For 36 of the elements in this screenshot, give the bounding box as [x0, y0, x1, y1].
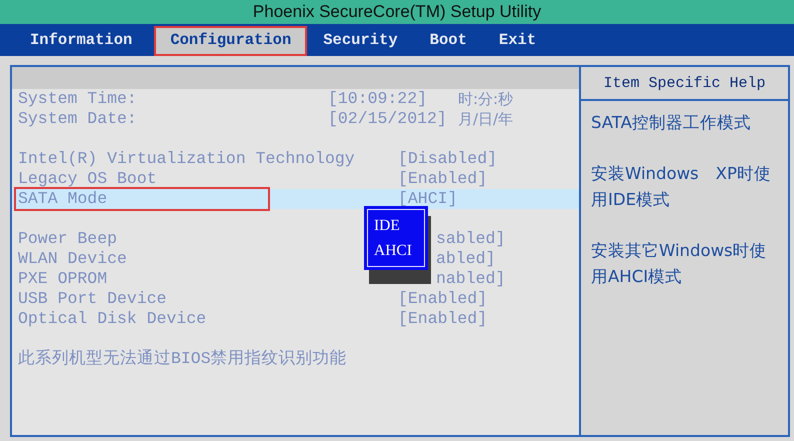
- setting-value[interactable]: [Enabled]: [398, 169, 488, 189]
- help-text: 安装Windows XP时使用IDE模式: [590, 163, 772, 211]
- window-title: Phoenix SecureCore(TM) Setup Utility: [0, 0, 794, 24]
- setting-value[interactable]: [Enabled]: [398, 309, 488, 329]
- setting-label: SATA Mode: [16, 189, 268, 209]
- menu-tab[interactable]: Information: [14, 26, 148, 56]
- popup-option[interactable]: IDE: [374, 213, 418, 238]
- selected-row-highlight[interactable]: SATA Mode [AHCI]: [12, 189, 579, 209]
- popup-option[interactable]: AHCI: [374, 238, 418, 263]
- unit-hint: 月/日/年: [458, 109, 514, 129]
- setting-label: Intel(R) Virtualization Technology: [18, 149, 355, 169]
- setting-value[interactable]: [10:09:22]: [328, 89, 428, 109]
- setting-value[interactable]: [Disabled]: [398, 149, 498, 169]
- help-text: SATA控制器工作模式: [590, 112, 752, 134]
- setting-label: System Time:: [18, 89, 137, 109]
- setting-value[interactable]: nabled]: [436, 269, 506, 289]
- unit-hint: 时:分:秒: [458, 89, 514, 109]
- setting-value[interactable]: abled]: [436, 249, 496, 269]
- setting-value[interactable]: [Enabled]: [398, 289, 488, 309]
- setting-value[interactable]: [02/15/2012]: [328, 109, 447, 129]
- note-text: 此系列机型无法通过BIOS禁用指纹识别功能: [17, 349, 348, 369]
- menu-tab[interactable]: Boot: [414, 26, 483, 56]
- help-text: 安装其它Windows时使用AHCI模式: [590, 240, 768, 288]
- setting-label: Legacy OS Boot: [18, 169, 157, 189]
- menu-tab[interactable]: Exit: [482, 26, 552, 56]
- setting-value[interactable]: sabled]: [436, 229, 506, 249]
- setting-value[interactable]: [AHCI]: [398, 189, 458, 209]
- setting-label: WLAN Device: [18, 249, 127, 269]
- setting-label: PXE OPROM: [18, 269, 108, 289]
- setting-label: Power Beep: [18, 229, 118, 249]
- help-title: Item Specific Help: [581, 67, 788, 101]
- setting-label: System Date:: [18, 109, 137, 129]
- setting-label: Optical Disk Device: [18, 309, 206, 329]
- menu-tab[interactable]: Security: [307, 26, 414, 56]
- setting-label: USB Port Device: [18, 289, 167, 309]
- menu-tab[interactable]: Configuration: [154, 26, 308, 56]
